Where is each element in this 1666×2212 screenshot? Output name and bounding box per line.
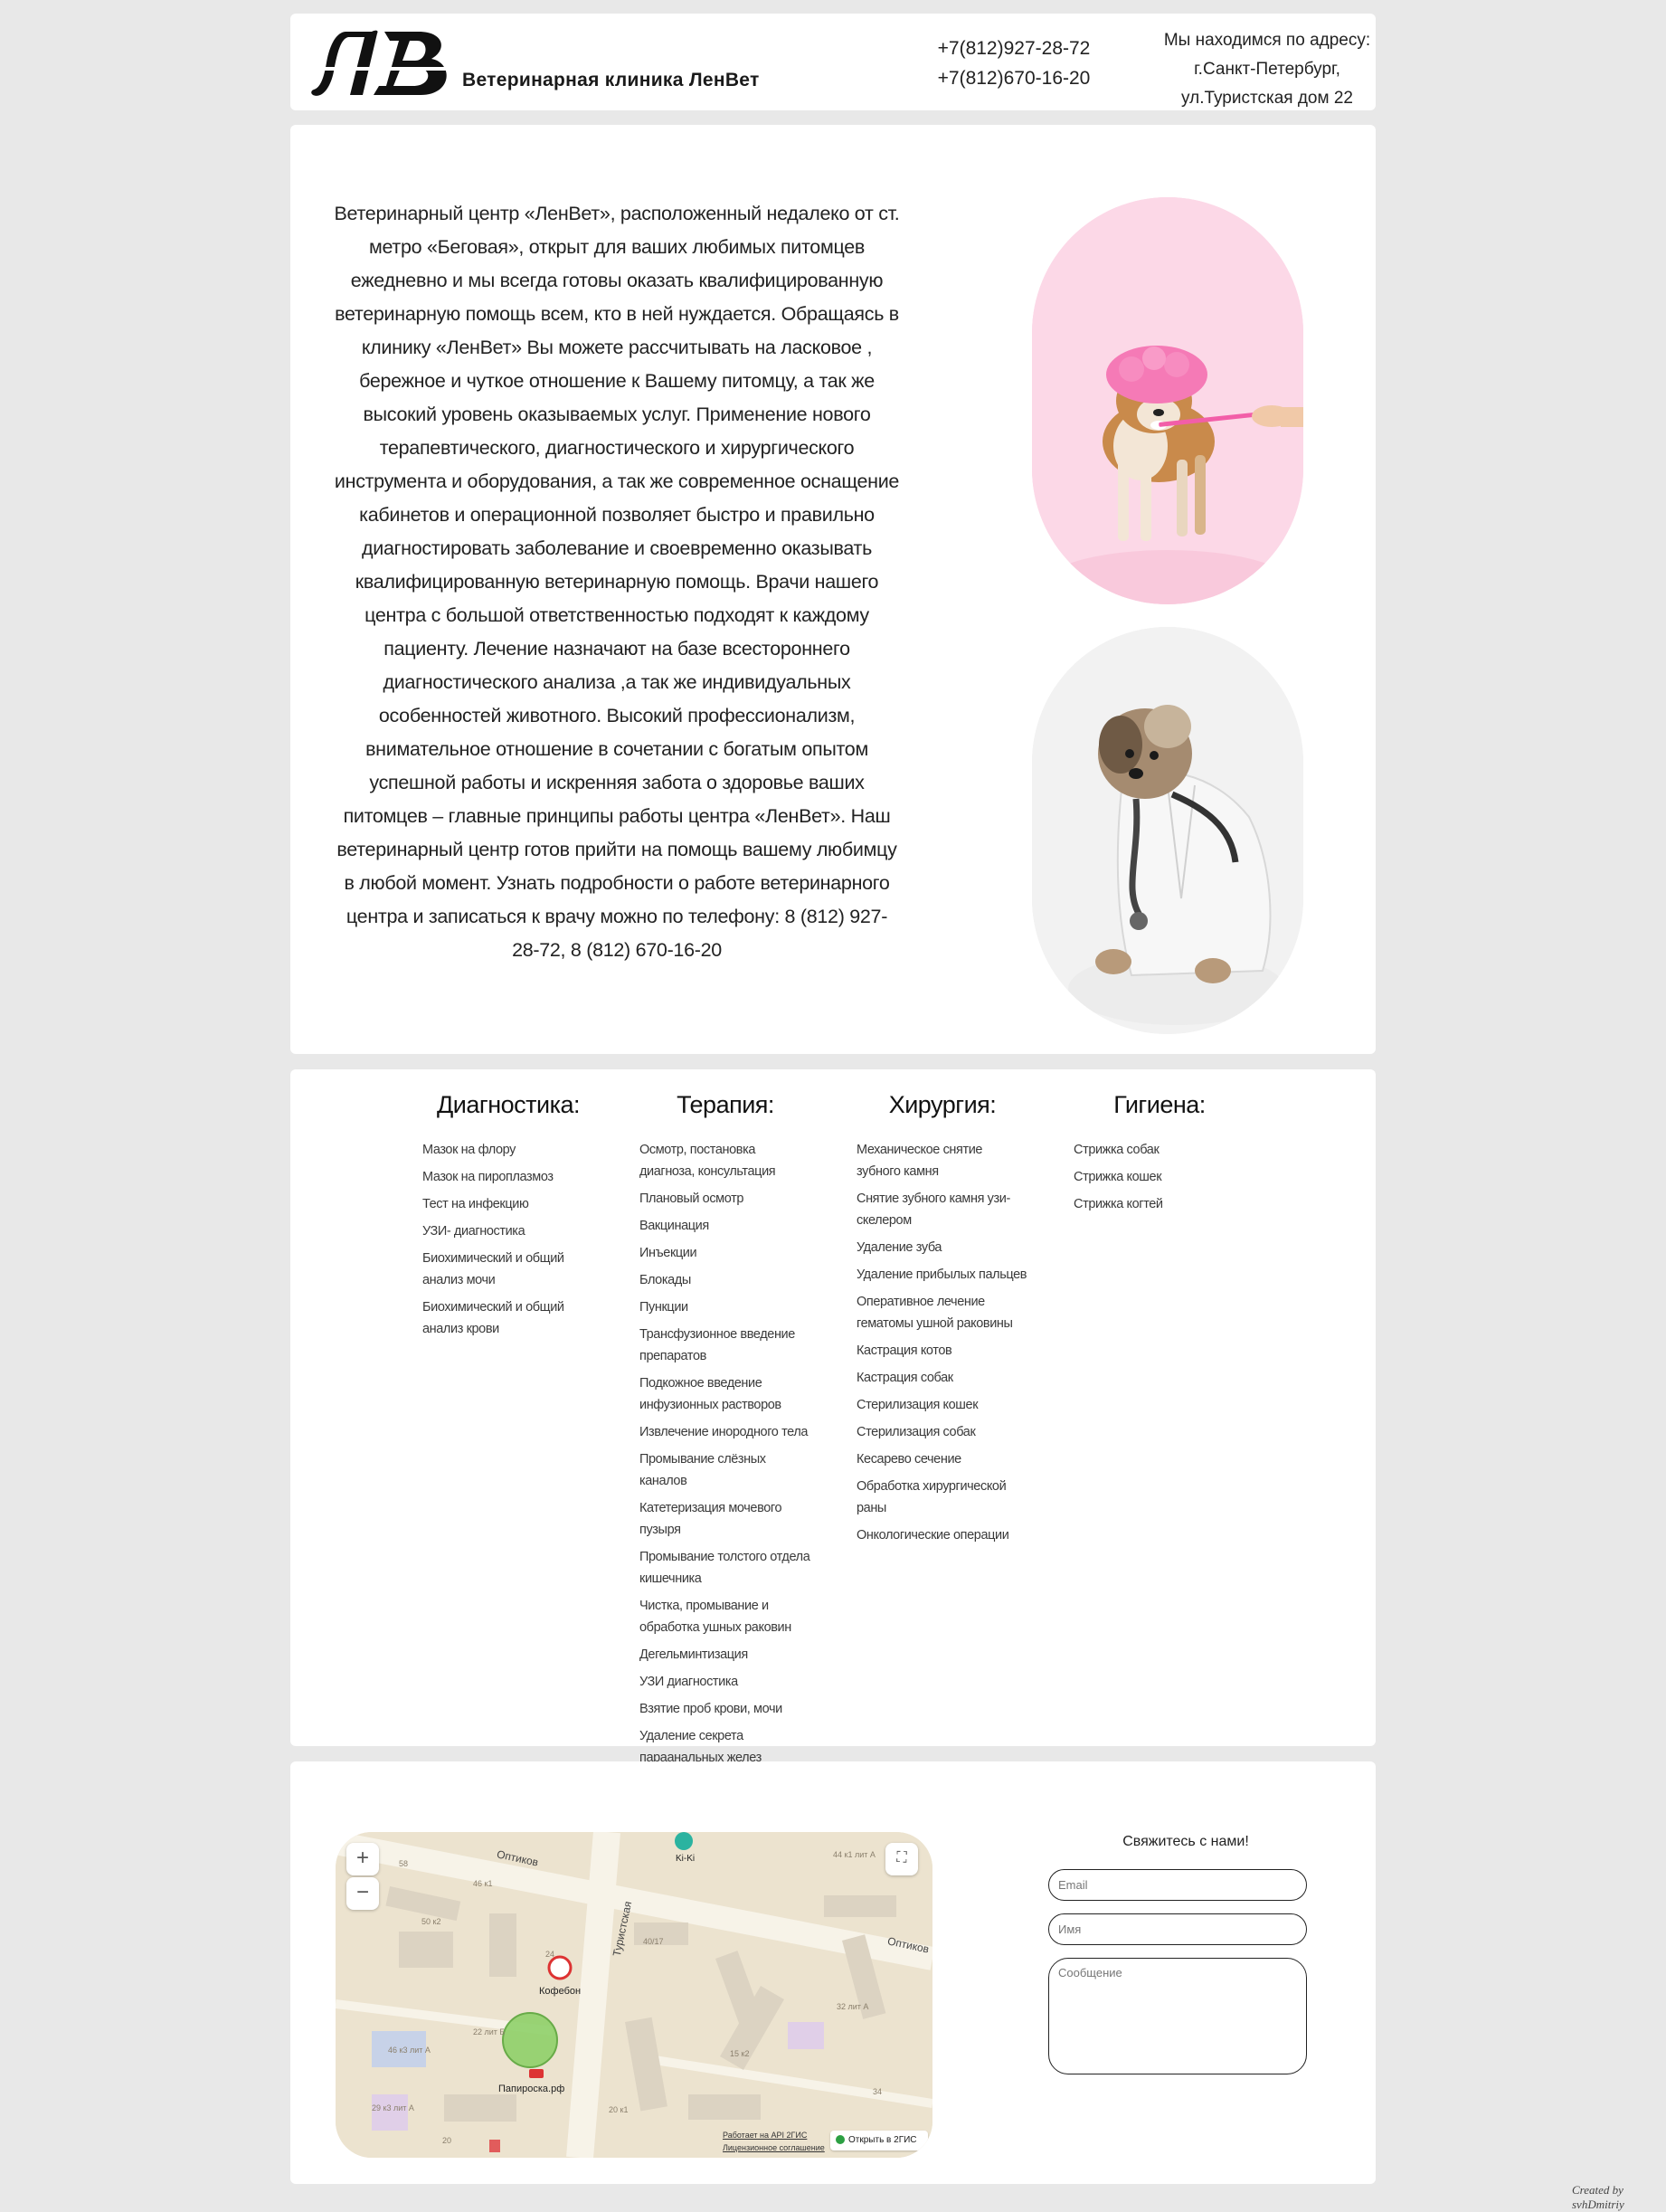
house-label: 22 лит Б	[473, 2027, 506, 2036]
house-label: 58	[399, 1859, 409, 1868]
house-label: 24	[545, 1950, 555, 1959]
service-item: Мазок на флору	[422, 1143, 516, 1157]
house-label: 34	[873, 2087, 883, 2096]
phone-numbers: +7(812)927-28-72 +7(812)670-16-20	[932, 33, 1095, 93]
service-item: Стрижка собак	[1074, 1143, 1160, 1157]
place-label: Кофебон	[539, 1986, 582, 1997]
house-label: 20 к1	[609, 2105, 629, 2114]
service-item: Стерилизация кошек	[857, 1398, 979, 1412]
service-item: Механическое снятие зубного камня	[857, 1143, 983, 1179]
dog-in-doctor-coat-image	[1032, 627, 1303, 1034]
service-item: Извлечение инородного тела	[639, 1425, 809, 1439]
contact-form-title: Свяжитесь с нами!	[1122, 1834, 1249, 1849]
service-item: Удаление прибылых пальцев	[857, 1267, 1027, 1282]
service-item: Биохимический и общий анализ крови	[422, 1300, 564, 1336]
service-item: Взятие проб крови, мочи	[639, 1702, 782, 1716]
service-item: Стерилизация собак	[857, 1425, 976, 1439]
house-label: 46 к3 лит А	[388, 2046, 431, 2055]
services-title: Хирургия:	[888, 1091, 997, 1118]
address-line-2: г.Санкт-Петербург,	[1194, 60, 1340, 79]
clinic-name: Ветеринарная клиника ЛенВет	[462, 70, 760, 90]
service-item: Подкожное введение инфузионных растворов	[639, 1376, 781, 1412]
credit-text: Created by svhDmitriy	[1572, 2183, 1624, 2211]
service-item: Чистка, промывание и обработка ушных рак…	[639, 1599, 791, 1635]
service-item: Оперативное лечение гематомы ушной раков…	[857, 1295, 1013, 1331]
about-text: Ветеринарный центр «ЛенВет», расположенн…	[334, 203, 900, 961]
fullscreen-icon[interactable]: ⛶	[885, 1843, 918, 1875]
services-list: Осмотр, постановка диагноза, консультаци…	[639, 1139, 811, 1769]
service-item: Инъекции	[639, 1246, 697, 1260]
services-list: Мазок на флору Мазок на пироплазмоз Тест…	[422, 1139, 594, 1340]
service-item: Биохимический и общий анализ мочи	[422, 1251, 564, 1287]
house-label: 29 к3 лит А	[372, 2103, 414, 2112]
place-label: Ki-Ki	[676, 1854, 696, 1864]
services-title: Гигиена:	[1113, 1091, 1206, 1118]
map-widget[interactable]: Оптиков Оптиков Туристская Ki-Ki Кофебон…	[336, 1832, 932, 2158]
service-item: Осмотр, постановка диагноза, консультаци…	[639, 1143, 776, 1179]
services-column-surgery: Хирургия: Механическое снятие зубного ка…	[857, 1091, 1028, 1552]
service-item: Промывание толстого отдела кишечника	[639, 1550, 810, 1586]
address-block: Мы находимся по адресу: г.Санкт-Петербур…	[1159, 26, 1376, 113]
house-label: 50 к2	[421, 1917, 441, 1926]
service-item: Трансфузионное введение препаратов	[639, 1327, 795, 1363]
service-item: Мазок на пироплазмоз	[422, 1170, 554, 1184]
dog-brushing-teeth-image	[1032, 197, 1303, 604]
email-field[interactable]	[1048, 1869, 1307, 1901]
service-item: Кастрация собак	[857, 1371, 953, 1385]
services-column-therapy: Терапия: Осмотр, постановка диагноза, ко…	[639, 1091, 811, 1774]
service-item: Кастрация котов	[857, 1343, 952, 1358]
service-item: УЗИ диагностика	[639, 1675, 738, 1689]
message-field[interactable]	[1048, 1958, 1307, 2074]
service-item: Тест на инфекцию	[422, 1197, 529, 1211]
service-item: Удаление зуба	[857, 1240, 942, 1255]
services-section: Диагностика: Мазок на флору Мазок на пир…	[290, 1069, 1376, 1765]
services-title: Терапия:	[677, 1091, 774, 1118]
service-item: Катетеризация мочевого пузыря	[639, 1501, 782, 1537]
service-item: Стрижка кошек	[1074, 1170, 1162, 1184]
service-item: Дегельминтизация	[639, 1647, 748, 1662]
services-column-diagnostics: Диагностика: Мазок на флору Мазок на пир…	[422, 1091, 594, 1345]
service-item: Плановый осмотр	[639, 1191, 744, 1206]
service-item: Промывание слёзных каналов	[639, 1452, 766, 1488]
service-item: Пункции	[639, 1300, 688, 1315]
service-item: Вакцинация	[639, 1219, 709, 1233]
house-label: 40/17	[643, 1937, 664, 1946]
house-label: 15 к2	[730, 2049, 750, 2058]
house-label: 44 к1 лит А	[833, 1850, 876, 1859]
services-column-hygiene: Гигиена: Стрижка собак Стрижка кошек Стр…	[1074, 1091, 1245, 1220]
services-list: Механическое снятие зубного камня Снятие…	[857, 1139, 1028, 1546]
house-label: 20	[442, 2136, 452, 2145]
about-section: Ветеринарный центр «ЛенВет», расположенн…	[290, 125, 1376, 1054]
service-item: Снятие зубного камня узи-скелером	[857, 1191, 1010, 1228]
open-2gis-label: Открыть в 2ГИС	[848, 2135, 917, 2145]
zoom-out-button[interactable]: −	[346, 1877, 379, 1910]
phone-2[interactable]: +7(812)670-16-20	[932, 63, 1095, 93]
address-line-3: ул.Туристская дом 22	[1181, 89, 1353, 108]
logo-icon[interactable]	[310, 26, 462, 99]
phone-1[interactable]: +7(812)927-28-72	[932, 33, 1095, 63]
2gis-icon	[836, 2135, 845, 2145]
address-line-1: Мы находимся по адресу:	[1163, 31, 1371, 50]
house-label: 46 к1	[473, 1879, 493, 1888]
zoom-in-button[interactable]: +	[346, 1843, 379, 1875]
service-item: Кесарево сечение	[857, 1452, 961, 1467]
service-item: Блокады	[639, 1273, 691, 1287]
services-title: Диагностика:	[436, 1091, 581, 1118]
place-label: Папироска.рф	[498, 2084, 565, 2094]
service-item: Онкологические операции	[857, 1528, 1009, 1543]
open-2gis-button[interactable]: Открыть в 2ГИС	[830, 2131, 928, 2150]
name-field[interactable]	[1048, 1913, 1307, 1945]
service-item: Стрижка когтей	[1074, 1197, 1163, 1211]
map-license-link[interactable]: Лицензионное соглашение	[723, 2143, 825, 2152]
map-api-link[interactable]: Работает на API 2ГИС	[723, 2131, 807, 2140]
service-item: УЗИ- диагностика	[422, 1224, 525, 1239]
contact-section: Оптиков Оптиков Туристская Ki-Ki Кофебон…	[290, 1761, 1376, 2184]
services-list: Стрижка собак Стрижка кошек Стрижка когт…	[1074, 1139, 1245, 1215]
service-item: Обработка хирургической раны	[857, 1479, 1007, 1515]
site-header: Ветеринарная клиника ЛенВет +7(812)927-2…	[290, 14, 1376, 110]
house-label: 32 лит А	[837, 2002, 869, 2011]
